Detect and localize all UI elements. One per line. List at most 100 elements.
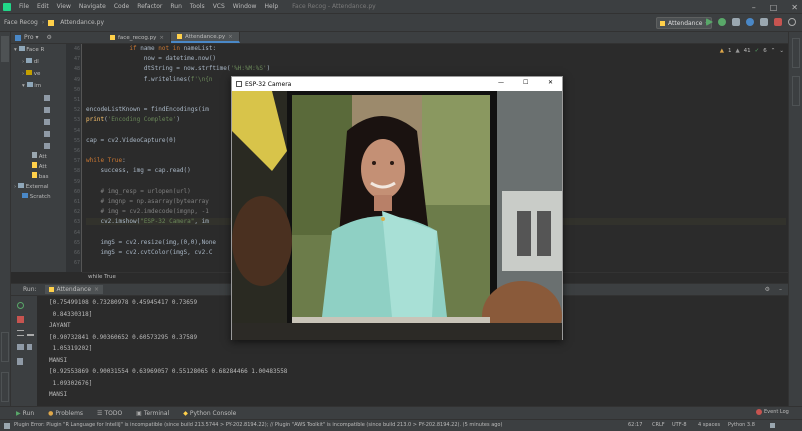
terminal-icon: ▣ [136,409,142,417]
code-line: f.writelines(f'\n{n [143,75,213,83]
maximize-window-button[interactable]: □ [770,3,778,12]
tree-item-label: Att [38,154,47,160]
project-tree-item[interactable]: bas [32,172,48,180]
status-message[interactable]: Plugin Error: Plugin "R Language for Int… [14,422,614,428]
menu-view[interactable]: View [53,3,75,10]
toolwindow-problems[interactable]: ● Problems [48,410,83,417]
sciview-toolwindow-tab[interactable] [792,76,800,106]
console-output-line: JAYANT [49,322,71,329]
project-tree-item[interactable]: Att [32,152,47,160]
debug-icon[interactable] [718,18,726,26]
lock-icon[interactable] [770,423,775,428]
line-number: 56 [73,148,80,154]
camera-minimize-button[interactable]: — [498,79,504,86]
menu-window[interactable]: Window [229,3,261,10]
line-number: 48 [73,66,80,73]
project-tree-root[interactable]: ▾ Face R [14,46,44,53]
scroll-to-end-icon[interactable] [27,330,34,336]
print-icon[interactable] [17,344,24,350]
profile-icon[interactable] [746,18,754,26]
close-tab-icon[interactable]: × [228,34,233,40]
menu-code[interactable]: Code [110,3,133,10]
toolwindow-terminal[interactable]: ▣ Terminal [136,410,169,417]
structure-toolwindow-tab[interactable] [1,332,9,362]
menu-file[interactable]: File [15,3,33,10]
menu-help[interactable]: Help [260,3,282,10]
tab-face-recog[interactable]: face_recog.py × [104,32,171,43]
indent-setting[interactable]: 4 spaces [698,422,720,428]
line-number: 66 [73,250,80,256]
menu-navigate[interactable]: Navigate [75,3,110,10]
run-config-select[interactable]: Attendance ▾ [656,17,712,29]
image-file-icon[interactable] [44,119,50,125]
camera-window[interactable]: ESP-32 Camera — ☐ ✕ [231,76,563,340]
database-toolwindow-tab[interactable] [792,38,800,68]
minimize-window-button[interactable]: – [752,3,756,12]
stop-run-icon[interactable] [17,316,24,323]
code-line: success, img = cap.read() [100,167,191,175]
menu-run[interactable]: Run [166,3,186,10]
toolwindow-python-console[interactable]: ◆ Python Console [183,410,236,417]
tab-label: Attendance.py [184,33,226,40]
run-icon[interactable] [706,18,713,26]
line-number: 52 [73,107,80,114]
settings-gear-icon[interactable]: ⚙ [47,34,52,41]
menu-vcs[interactable]: VCS [209,3,229,10]
line-separator[interactable]: CRLF [652,422,665,428]
chevron-up-icon[interactable]: ⌃ [771,48,776,54]
rerun-icon[interactable] [17,302,24,309]
close-window-button[interactable]: ✕ [791,3,798,12]
run-settings-gear-icon[interactable]: ⚙ [765,286,770,293]
pin-tab-icon[interactable] [27,344,32,350]
project-view-label[interactable]: Pro [24,34,34,41]
tab-attendance[interactable]: Attendance.py × [170,32,240,43]
project-tree-item[interactable]: ▾ im [22,82,41,89]
menu-tools[interactable]: Tools [186,3,209,10]
project-tree-item[interactable]: Att [32,162,47,170]
tree-item-label: bas [38,174,49,180]
breadcrumb-file[interactable]: Attendance.py [56,19,108,26]
project-tree-item[interactable]: › dl [22,58,39,65]
toolwindow-todo[interactable]: ☰ TODO [97,410,122,417]
image-file-icon[interactable] [44,143,50,149]
chevron-down-icon[interactable]: ⌄ [779,48,784,54]
run-tab-attendance[interactable]: Attendance × [44,285,104,294]
camera-window-titlebar[interactable]: ESP-32 Camera — ☐ ✕ [232,77,562,91]
coverage-icon[interactable] [732,18,740,26]
image-file-icon[interactable] [44,131,50,137]
event-log-button[interactable]: Event Log [756,409,789,415]
menu-edit[interactable]: Edit [33,3,53,10]
file-encoding[interactable]: UTF-8 [672,422,687,428]
inspection-widget[interactable]: ▲ 1 ▲ 41 ✓ 6 ⌃ ⌄ [720,48,784,54]
search-everywhere-icon[interactable] [788,18,796,26]
caret-position[interactable]: 62:17 [628,422,642,428]
image-file-icon[interactable] [44,95,50,101]
python-interpreter[interactable]: Python 3.8 [728,422,755,428]
toolwindow-run[interactable]: ▶ Run [16,410,34,417]
project-tree-external[interactable]: › External [14,183,49,190]
close-tab-icon[interactable]: × [159,35,164,41]
line-number: 53 [73,117,80,124]
favorites-toolwindow-tab[interactable] [1,372,9,402]
camera-close-button[interactable]: ✕ [548,79,553,86]
hide-panel-icon[interactable]: – [779,286,782,293]
image-file-icon[interactable] [44,107,50,113]
camera-maximize-button[interactable]: ☐ [523,79,528,86]
trash-icon[interactable] [17,358,23,365]
soft-wrap-icon[interactable] [17,330,24,336]
breadcrumb-project[interactable]: Face Recog [0,19,42,26]
python-file-icon [176,34,182,39]
concurrency-icon[interactable] [760,18,768,26]
project-tree-scratches[interactable]: Scratch [22,193,51,200]
project-toolwindow-tab[interactable] [1,36,9,62]
run-icon: ▶ [16,409,21,417]
code-line: now = datetime.now() [143,55,217,63]
menu-refactor[interactable]: Refactor [133,3,166,10]
code-breadcrumb[interactable]: while True [88,274,116,280]
run-label: Run: [23,286,37,293]
event-log-error-icon [756,409,762,415]
close-tab-icon[interactable]: × [94,286,99,293]
project-root-label: Face R [26,47,45,53]
project-tree-item[interactable]: › ve [22,70,40,77]
stop-icon[interactable] [774,18,782,26]
